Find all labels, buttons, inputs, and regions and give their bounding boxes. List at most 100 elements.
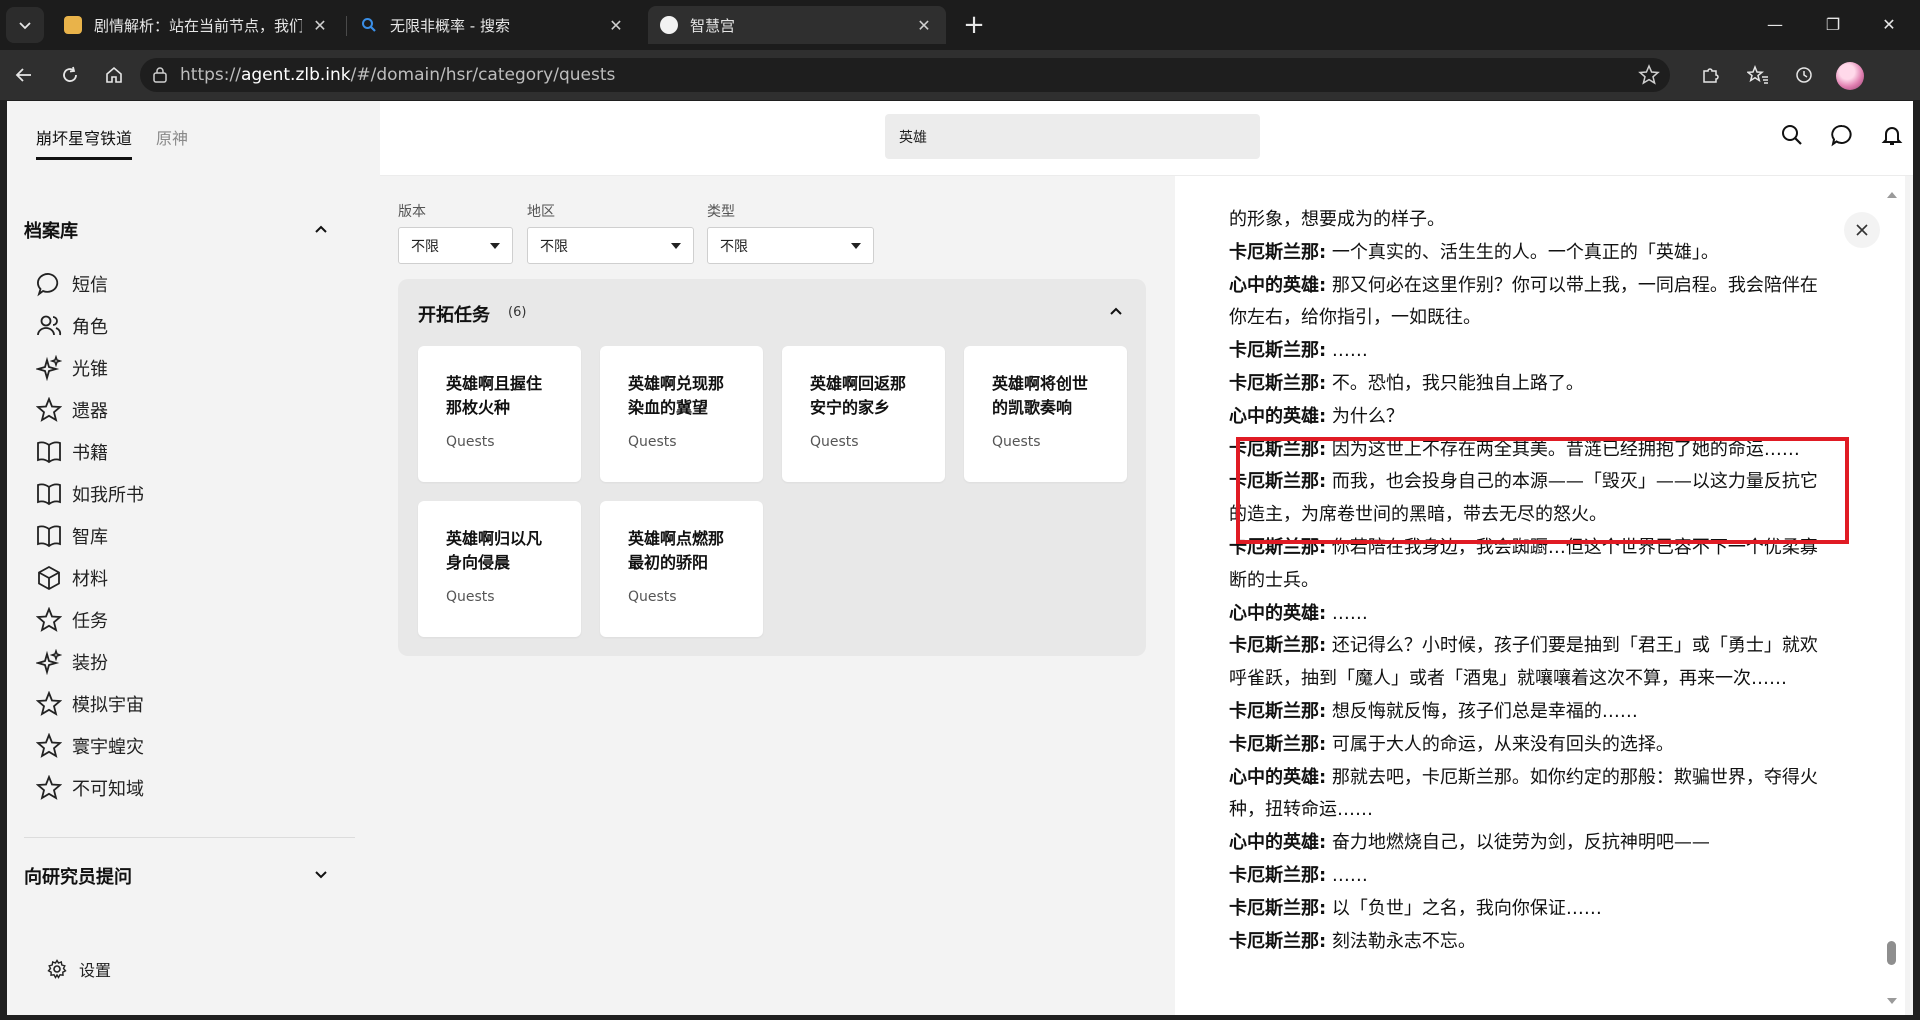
sidebar-item-messages[interactable]: 短信 bbox=[34, 263, 144, 305]
sidebar-item-materials[interactable]: 材料 bbox=[34, 557, 144, 599]
tab-hsr[interactable]: 崩坏星穹铁道 bbox=[36, 125, 133, 160]
quest-card[interactable]: 英雄啊归以凡身向侵晨 Quests bbox=[418, 501, 581, 637]
quest-dialogue-drawer[interactable]: 的形象，想要成为的样子。 卡厄斯兰那: 一个真实的、活生生的人。一个真正的「英雄」… bbox=[1175, 176, 1905, 1015]
history-button[interactable] bbox=[1788, 59, 1820, 91]
url-path: /#/domain/hsr/category/quests bbox=[350, 65, 616, 85]
close-tab-icon[interactable]: ✕ bbox=[310, 16, 330, 35]
dialogue-content: 想反悔就反悔，孩子们总是幸福的…… bbox=[1326, 700, 1638, 722]
close-window-button[interactable]: ✕ bbox=[1866, 6, 1912, 44]
quest-card[interactable]: 英雄啊回返那安宁的家乡 Quests bbox=[782, 346, 945, 482]
star-icon bbox=[34, 395, 64, 425]
close-tab-icon[interactable]: ✕ bbox=[914, 16, 934, 35]
chevron-up-icon[interactable] bbox=[1108, 303, 1124, 319]
tab-genshin[interactable]: 原神 bbox=[156, 125, 188, 160]
quest-category: Quests bbox=[628, 434, 677, 450]
reload-button[interactable] bbox=[54, 59, 86, 91]
game-tabs: 崩坏星穹铁道 原神 bbox=[36, 125, 188, 160]
caret-down-icon bbox=[490, 242, 500, 249]
tab-separator bbox=[346, 16, 347, 36]
dialogue-content: …… bbox=[1326, 864, 1368, 886]
close-tab-icon[interactable]: ✕ bbox=[606, 16, 626, 35]
tab-bar: 剧情解析：站在当前节点，我们来 ✕ 无限非概率 - 搜索 ✕ 智慧宫 ✕ + —… bbox=[0, 0, 1920, 50]
close-drawer-button[interactable] bbox=[1844, 212, 1880, 248]
chevron-up-icon[interactable] bbox=[313, 221, 329, 237]
sidebar: 崩坏星穹铁道 原神 档案库 短信 角色 光锥 遗器 书籍 如我所书 智库 材料 … bbox=[7, 101, 380, 1015]
tab-3-active[interactable]: 智慧宫 ✕ bbox=[648, 6, 946, 44]
tab-actions-button[interactable] bbox=[6, 7, 44, 43]
sidebar-item-swarm-disaster[interactable]: 寰宇蝗灾 bbox=[34, 725, 144, 767]
sidebar-item-unknowable-domain[interactable]: 不可知域 bbox=[34, 767, 144, 809]
sparkle-icon bbox=[34, 647, 64, 677]
speaker-name: 卡厄斯兰那: bbox=[1229, 700, 1327, 722]
quest-card[interactable]: 英雄啊将创世的凯歌奏响 Quests bbox=[964, 346, 1127, 482]
sidebar-item-books[interactable]: 书籍 bbox=[34, 431, 144, 473]
minimize-button[interactable]: — bbox=[1752, 6, 1798, 44]
home-button[interactable] bbox=[98, 59, 130, 91]
speaker-name: 卡厄斯兰那: bbox=[1229, 536, 1327, 558]
scroll-up-arrow-icon[interactable] bbox=[1887, 192, 1897, 198]
search-input[interactable]: 英雄 bbox=[885, 114, 1260, 159]
chat-button[interactable] bbox=[1828, 121, 1856, 149]
sidebar-item-think-tank[interactable]: 智库 bbox=[34, 515, 144, 557]
back-button[interactable] bbox=[8, 59, 40, 91]
dialogue-content: 奋力地燃烧自己，以徒劳为剑，反抗神明吧—— bbox=[1326, 832, 1710, 854]
star-icon bbox=[34, 605, 64, 635]
sidebar-item-characters[interactable]: 角色 bbox=[34, 305, 144, 347]
sidebar-item-label: 寰宇蝗灾 bbox=[72, 737, 144, 758]
select-value: 不限 bbox=[540, 238, 568, 255]
sidebar-item-label: 任务 bbox=[72, 611, 108, 632]
home-icon bbox=[106, 66, 122, 83]
sidebar-item-quests[interactable]: 任务 bbox=[34, 599, 144, 641]
speaker-name: 心中的英雄: bbox=[1229, 766, 1327, 788]
quest-card[interactable]: 英雄啊点燃那最初的骄阳 Quests bbox=[600, 501, 763, 637]
search-button[interactable] bbox=[1778, 121, 1806, 149]
profile-avatar[interactable] bbox=[1836, 62, 1864, 90]
dialogue-content: 以「负世」之名，我向你保证…… bbox=[1326, 897, 1602, 919]
sidebar-item-label: 不可知域 bbox=[72, 779, 144, 800]
settings-button[interactable]: 设置 bbox=[47, 957, 111, 981]
url-host: agent.zlb.ink bbox=[240, 65, 351, 85]
star-icon bbox=[34, 773, 64, 803]
speaker-name: 卡厄斯兰那: bbox=[1229, 864, 1327, 886]
quest-category: Quests bbox=[446, 589, 495, 605]
tab-1[interactable]: 剧情解析：站在当前节点，我们来 ✕ bbox=[52, 6, 342, 44]
sidebar-item-light-cones[interactable]: 光锥 bbox=[34, 347, 144, 389]
sidebar-item-as-i-write[interactable]: 如我所书 bbox=[34, 473, 144, 515]
speaker-name: 卡厄斯兰那: bbox=[1229, 635, 1327, 657]
restore-button[interactable]: ❐ bbox=[1810, 6, 1856, 44]
chevron-down-icon[interactable] bbox=[313, 867, 329, 883]
sidebar-item-label: 遗器 bbox=[72, 401, 108, 422]
region-select[interactable]: 不限 bbox=[527, 227, 694, 264]
quest-category: Quests bbox=[810, 434, 859, 450]
sidebar-item-relics[interactable]: 遗器 bbox=[34, 389, 144, 431]
speaker-name: 卡厄斯兰那: bbox=[1229, 471, 1327, 493]
notifications-button[interactable] bbox=[1878, 121, 1906, 149]
sidebar-item-simulated-universe[interactable]: 模拟宇宙 bbox=[34, 683, 144, 725]
sidebar-item-label: 装扮 bbox=[72, 653, 108, 674]
archive-heading[interactable]: 档案库 bbox=[24, 217, 78, 243]
history-icon bbox=[1796, 67, 1812, 83]
quest-card[interactable]: 英雄啊兑现那染血的冀望 Quests bbox=[600, 346, 763, 482]
people-icon bbox=[34, 311, 64, 341]
scroll-down-arrow-icon[interactable] bbox=[1887, 998, 1897, 1004]
sidebar-item-outfits[interactable]: 装扮 bbox=[34, 641, 144, 683]
type-select[interactable]: 不限 bbox=[707, 227, 874, 264]
tab-title: 剧情解析：站在当前节点，我们来 bbox=[94, 16, 302, 35]
favorite-star-icon[interactable] bbox=[1638, 64, 1660, 86]
dialogue-text: 的形象，想要成为的样子。 卡厄斯兰那: 一个真实的、活生生的人。一个真正的「英雄」… bbox=[1229, 176, 1829, 958]
dialogue-line: 卡厄斯兰那: 想反悔就反悔，孩子们总是幸福的…… bbox=[1229, 696, 1829, 729]
speaker-name: 心中的英雄: bbox=[1229, 602, 1327, 624]
quest-card[interactable]: 英雄啊且握住那枚火种 Quests bbox=[418, 346, 581, 482]
favorites-button[interactable] bbox=[1742, 59, 1774, 91]
sidebar-item-label: 书籍 bbox=[72, 443, 108, 464]
scrollbar-thumb[interactable] bbox=[1887, 941, 1896, 965]
new-tab-button[interactable]: + bbox=[958, 10, 990, 42]
extensions-button[interactable] bbox=[1694, 59, 1726, 91]
version-select[interactable]: 不限 bbox=[398, 227, 513, 264]
url-bar[interactable]: https://agent.zlb.ink/#/domain/hsr/categ… bbox=[140, 58, 1670, 92]
dialogue-content: 的形象，想要成为的样子。 bbox=[1229, 209, 1445, 230]
tab-2[interactable]: 无限非概率 - 搜索 ✕ bbox=[348, 6, 638, 44]
ask-researcher-heading[interactable]: 向研究员提问 bbox=[24, 863, 132, 889]
gear-icon bbox=[47, 959, 67, 979]
filter-label: 地区 bbox=[527, 204, 555, 220]
